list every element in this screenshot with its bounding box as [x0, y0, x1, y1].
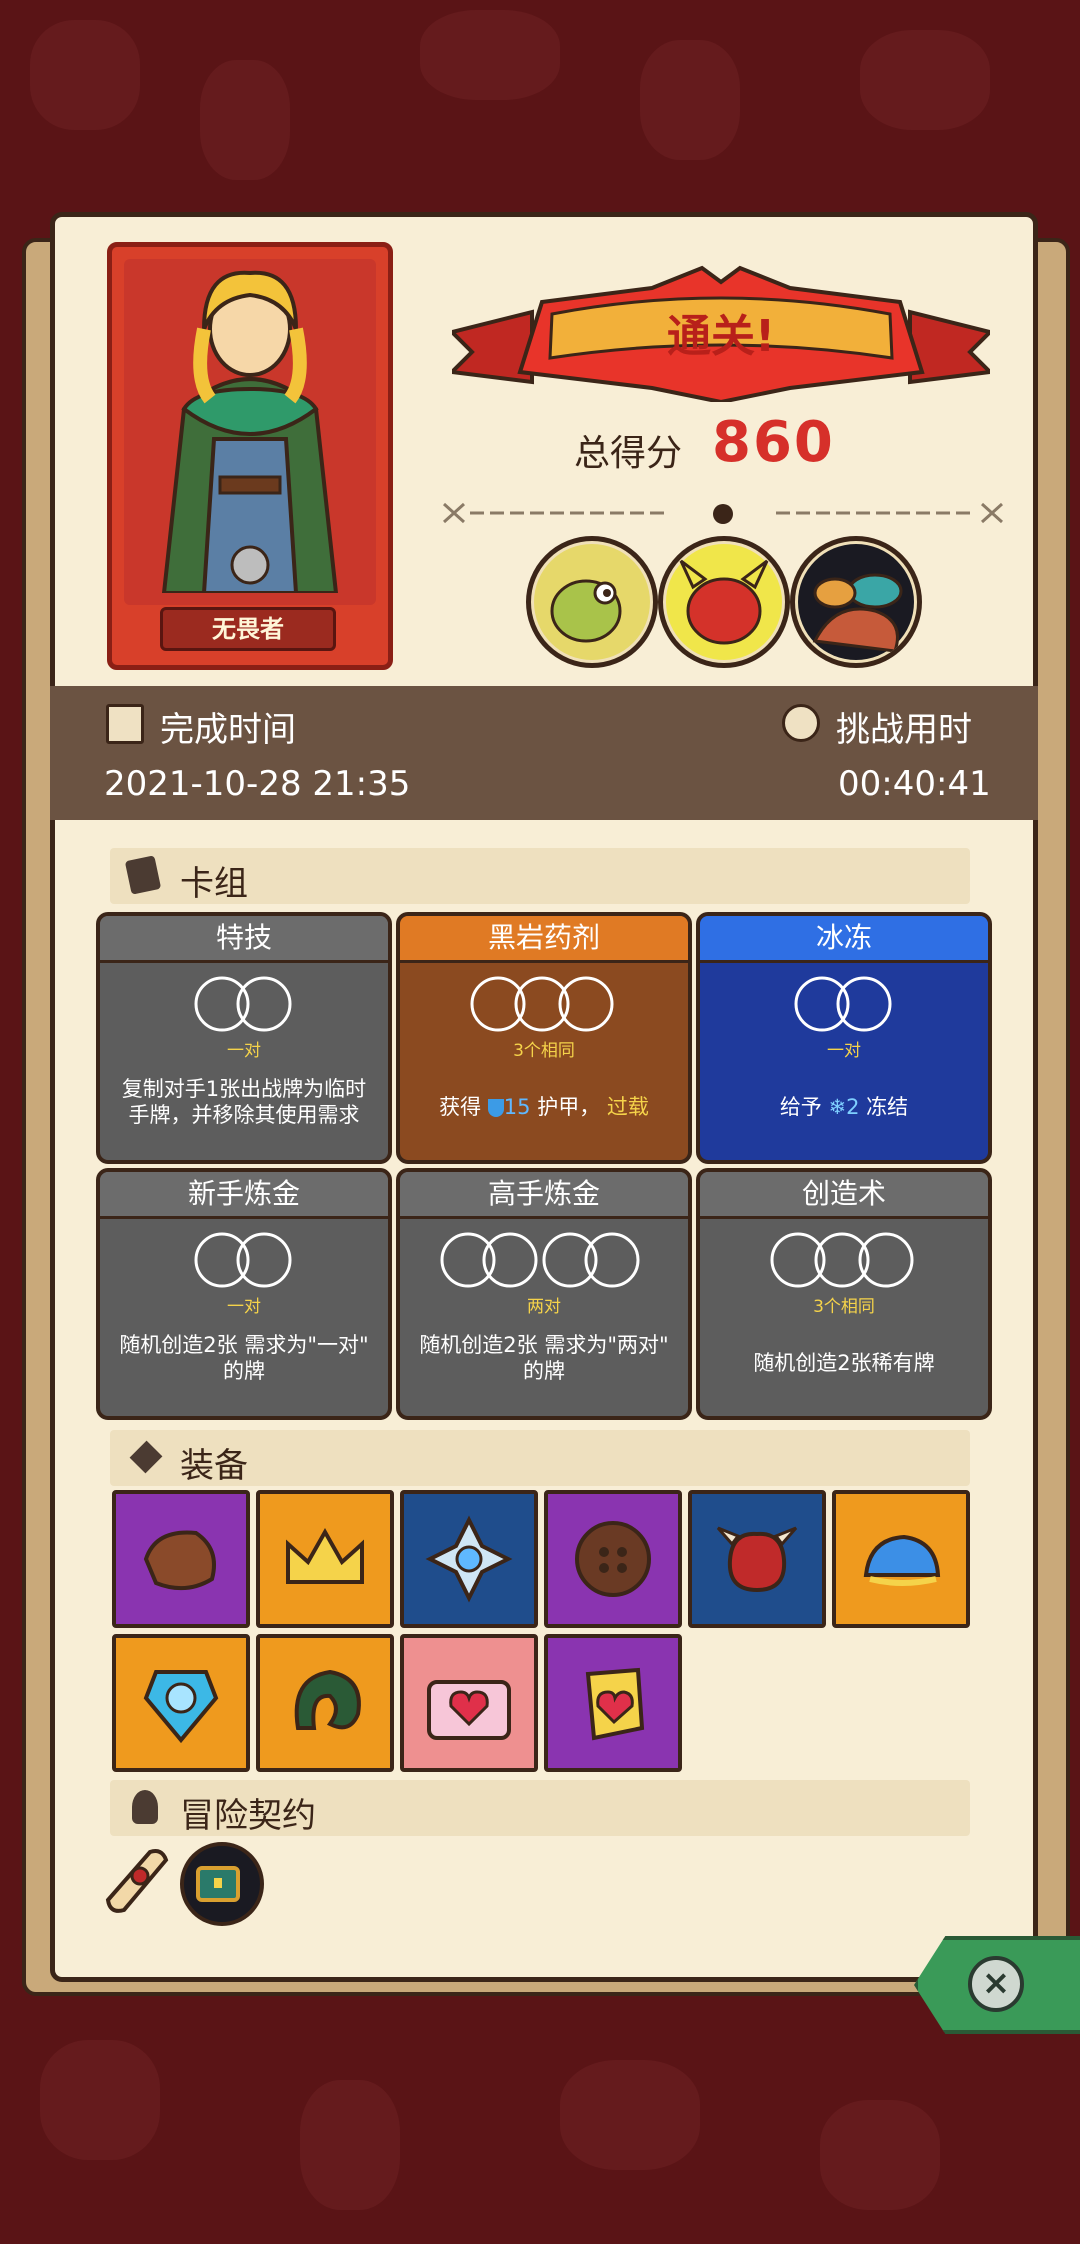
- two-pair-slots-icon: [440, 1232, 640, 1288]
- equip-slot-wooden-button[interactable]: [544, 1490, 682, 1628]
- leather-pad-icon: [143, 1530, 216, 1591]
- equipment-section-header: 装备: [110, 1430, 970, 1486]
- equip-slot-green-horn[interactable]: [256, 1634, 394, 1772]
- snowflake-icon: ❄: [828, 1095, 847, 1119]
- equip-slot-blue-slime[interactable]: [832, 1490, 970, 1628]
- heart-gem-icon: [585, 1667, 645, 1741]
- complete-time-value: 2021-10-28 21:35: [104, 764, 411, 804]
- card-name: 黑岩药剂: [400, 916, 688, 963]
- equip-slot-crown[interactable]: [256, 1490, 394, 1628]
- contract-scroll[interactable]: [100, 1842, 176, 1918]
- card-description: 给予 ❄2 冻结: [779, 1095, 909, 1119]
- boss-icon-lizard: [526, 536, 658, 668]
- card-requirement: 一对: [227, 1297, 261, 1317]
- challenge-time-value: 00:40:41: [838, 764, 991, 804]
- heart-box-icon: [427, 1680, 511, 1740]
- equip-slot-heart-box[interactable]: [400, 1634, 538, 1772]
- green-horn-icon: [294, 1669, 361, 1730]
- pair-slots-icon: [794, 976, 892, 1032]
- calendar-icon: [106, 704, 144, 744]
- card-name: 新手炼金: [100, 1172, 388, 1219]
- equip-slot-horned-blob[interactable]: [688, 1490, 826, 1628]
- victory-text: 通关!: [666, 311, 776, 362]
- deck-title: 卡组: [180, 864, 248, 904]
- challenge-time-label: 挑战用时: [836, 710, 972, 750]
- card-name: 冰冻: [700, 916, 988, 963]
- card-requirement: 一对: [827, 1041, 861, 1061]
- total-score-value: 860: [712, 410, 835, 475]
- victory-banner: 通关!: [447, 262, 995, 405]
- deck-card[interactable]: 高手炼金 两对 随机创造2张 需求为"两对" 的牌: [396, 1168, 692, 1420]
- horned-blob-icon: [716, 1526, 798, 1593]
- equip-slot-ice-shield[interactable]: [112, 1634, 250, 1772]
- close-button[interactable]: ×: [914, 1936, 1080, 2034]
- card-description: 复制对手1张出战牌为临时 手牌，并移除其使用需求: [121, 1077, 367, 1127]
- deck-card[interactable]: 创造术 3个相同 随机创造2张稀有牌: [696, 1168, 992, 1420]
- treasure-chest-icon: [196, 1866, 240, 1902]
- blue-slime-icon: [863, 1534, 941, 1586]
- scroll-icon: [105, 1849, 169, 1913]
- total-score-label: 总得分: [574, 433, 683, 474]
- deck-card[interactable]: 新手炼金 一对 随机创造2张 需求为"一对" 的牌: [96, 1168, 392, 1420]
- crown-icon: [286, 1527, 364, 1584]
- pair-slots-icon: [194, 976, 292, 1032]
- card-requirement: 3个相同: [813, 1297, 875, 1317]
- equip-slot-snowflake-gem[interactable]: [400, 1490, 538, 1628]
- contract-chest[interactable]: [180, 1842, 264, 1926]
- card-requirement: 3个相同: [513, 1041, 575, 1061]
- stopwatch-icon: [782, 704, 820, 742]
- pair-slots-icon: [194, 1232, 292, 1288]
- shield-icon: [487, 1099, 504, 1117]
- three-slots-icon: [470, 976, 614, 1032]
- deck-card[interactable]: 特技 一对 复制对手1张出战牌为临时 手牌，并移除其使用需求: [96, 912, 392, 1164]
- equipment-title: 装备: [180, 1446, 248, 1486]
- card-name: 创造术: [700, 1172, 988, 1219]
- snowflake-gem-icon: [425, 1515, 513, 1603]
- complete-time-label: 完成时间: [160, 710, 296, 750]
- deck-section-header: 卡组: [110, 848, 970, 904]
- card-description: 获得 15 护甲， 过载: [439, 1095, 649, 1119]
- card-description: 随机创造2张 需求为"一对" 的牌: [119, 1333, 369, 1383]
- hero-name: 无畏者: [160, 607, 336, 651]
- deck-card[interactable]: 黑岩药剂 3个相同 获得 15 护甲， 过载: [396, 912, 692, 1164]
- cards-icon: [124, 855, 162, 895]
- three-slots-icon: [770, 1232, 914, 1288]
- run-stats-bar: 完成时间 2021-10-28 21:35 挑战用时 00:40:41: [50, 686, 1038, 820]
- equip-slot-heart-gem[interactable]: [544, 1634, 682, 1772]
- close-icon: ×: [968, 1956, 1024, 2012]
- card-requirement: 一对: [227, 1041, 261, 1061]
- card-description: 随机创造2张稀有牌: [753, 1351, 935, 1375]
- contract-title: 冒险契约: [180, 1796, 316, 1836]
- boss-icon-serpent: [790, 536, 922, 668]
- equip-slot-leather-pad[interactable]: [112, 1490, 250, 1628]
- ice-shield-icon: [143, 1670, 219, 1744]
- deck-card[interactable]: 冰冻 一对 给予 ❄2 冻结: [696, 912, 992, 1164]
- card-requirement: 两对: [527, 1297, 561, 1317]
- contract-section-header: 冒险契约: [110, 1780, 970, 1836]
- card-description: 随机创造2张 需求为"两对" 的牌: [419, 1333, 669, 1383]
- hero-portrait-card: 无畏者: [107, 242, 393, 670]
- ornament-divider: [442, 502, 1004, 524]
- card-name: 高手炼金: [400, 1172, 688, 1219]
- boss-icon-red-demon: [658, 536, 790, 668]
- wooden-button-icon: [575, 1521, 651, 1597]
- box-icon: [129, 1440, 163, 1474]
- bust-icon: [132, 1790, 158, 1824]
- card-name: 特技: [100, 916, 388, 963]
- hero-portrait: [124, 259, 376, 605]
